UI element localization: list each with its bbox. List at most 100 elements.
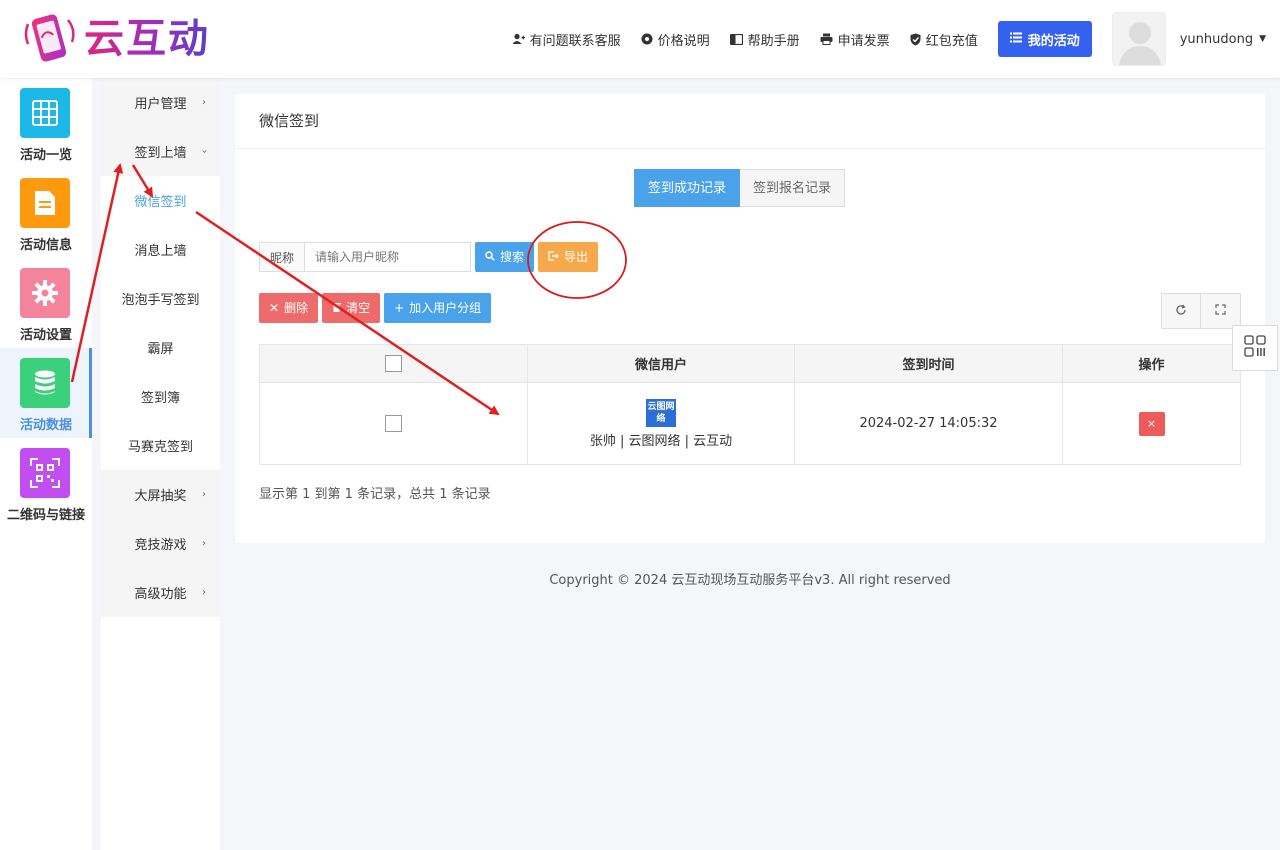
caret-down-icon: ▼ (1259, 34, 1266, 44)
search-bar: 昵称 搜索 导出 (259, 242, 599, 272)
column-header-checkin-time: 签到时间 (794, 344, 1063, 383)
red-packet-recharge-link[interactable]: 红包充值 (910, 30, 978, 49)
submenu-mosaic-checkin[interactable]: 马赛克签到 (101, 421, 220, 470)
logo[interactable]: 云互动 (22, 12, 210, 66)
pagination-summary: 显示第 1 到第 1 条记录，总共 1 条记录 (259, 487, 491, 502)
user-plus-icon (512, 33, 525, 45)
submenu-screen-dominate[interactable]: 霸屏 (101, 323, 220, 372)
wechat-user-cell: 云图网络 张帅 | 云图网络 | 云互动 (527, 382, 795, 465)
sidebar-item-label: 二维码与链接 (6, 508, 85, 523)
submenu-signin-book[interactable]: 签到簿 (101, 372, 220, 421)
submenu-checkin-wall[interactable]: 签到上墙 › (101, 127, 220, 176)
sidebar-item-label: 活动数据 (19, 418, 72, 433)
help-manual-label: 帮助手册 (747, 33, 800, 49)
select-all-cell (259, 344, 528, 383)
help-manual-link[interactable]: 帮助手册 (729, 30, 800, 49)
qrcode-icon (20, 448, 70, 498)
record-tabs: 签到成功记录 签到报名记录 (634, 169, 846, 207)
main-sidebar: 活动一览 活动信息 活动设置 活动数据 二维码与链接 (0, 78, 92, 850)
fullscreen-button[interactable] (1201, 293, 1241, 329)
submenu-screen-lottery[interactable]: 大屏抽奖 › (101, 470, 220, 519)
submenu-bubble-handwriting-checkin[interactable]: 泡泡手写签到 (101, 274, 220, 323)
clear-button[interactable]: 清空 (322, 293, 381, 323)
sidebar-item-activity-overview[interactable]: 活动一览 (0, 78, 92, 168)
nickname-search-input[interactable] (304, 242, 472, 272)
delete-button[interactable]: ✕ 删除 (259, 293, 319, 323)
contact-support-link[interactable]: 有问题联系客服 (512, 30, 621, 49)
sub-sidebar-filler (101, 617, 220, 850)
chevron-down-icon: › (198, 149, 210, 154)
user-menu[interactable]: yunhudong ▼ (1180, 32, 1266, 47)
action-toolbar: ✕ 删除 清空 + 加入用户分组 (259, 293, 495, 323)
gear-icon (641, 33, 653, 45)
search-button-label: 搜索 (500, 250, 525, 264)
pricing-link[interactable]: 价格说明 (641, 30, 710, 49)
floating-qrcode-button[interactable] (1232, 325, 1278, 371)
submenu-advanced-features[interactable]: 高级功能 › (101, 568, 220, 617)
contact-support-label: 有问题联系客服 (529, 33, 621, 49)
pricing-label: 价格说明 (657, 33, 710, 49)
search-button[interactable]: 搜索 (475, 242, 535, 272)
list-icon (1009, 32, 1022, 47)
select-all-checkbox[interactable] (385, 355, 402, 372)
submenu-label: 泡泡手写签到 (121, 293, 200, 308)
sidebar-item-activity-info[interactable]: 活动信息 (0, 168, 92, 258)
add-user-group-button[interactable]: + 加入用户分组 (384, 293, 492, 323)
wechat-user-name: 张帅 | 云图网络 | 云互动 (589, 433, 733, 449)
top-header: 云互动 有问题联系客服 价格说明 帮助手册 申请发票 红包充值 我的活动 yun… (0, 0, 1280, 78)
page-title: 微信签到 (235, 94, 1265, 149)
submenu-message-wall[interactable]: 消息上墙 (101, 225, 220, 274)
top-nav: 有问题联系客服 价格说明 帮助手册 申请发票 红包充值 我的活动 yunhudo… (512, 0, 1280, 78)
shield-check-icon (910, 33, 921, 46)
phone-logo-icon (22, 12, 78, 66)
chevron-right-icon: › (202, 538, 206, 549)
search-label: 昵称 (259, 242, 305, 272)
refresh-button[interactable] (1161, 293, 1201, 329)
submenu-label: 马赛克签到 (127, 440, 193, 455)
export-button[interactable]: 导出 (538, 242, 599, 272)
logo-text: 云互动 (84, 12, 210, 66)
sidebar-item-qrcode-links[interactable]: 二维码与链接 (0, 438, 92, 528)
export-icon (548, 242, 559, 272)
trash-icon (332, 293, 342, 323)
column-header-actions: 操作 (1062, 344, 1241, 383)
printer-icon (820, 33, 833, 45)
refresh-icon (1175, 304, 1187, 319)
checkin-table: 微信用户 签到时间 操作 云图网络 张帅 | 云图网络 | 云互动 2024-0… (259, 344, 1241, 465)
sidebar-item-label: 活动设置 (19, 328, 72, 343)
submenu-competitive-games[interactable]: 竞技游戏 › (101, 519, 220, 568)
clear-button-label: 清空 (346, 301, 371, 315)
table-row: 云图网络 张帅 | 云图网络 | 云互动 2024-02-27 14:05:32… (259, 382, 1241, 465)
plus-icon: + (394, 301, 405, 315)
row-checkbox[interactable] (385, 415, 402, 432)
submenu-label: 高级功能 (134, 587, 187, 602)
row-select-cell (259, 382, 528, 465)
footer-copyright: Copyright © 2024 云互动现场互动服务平台v3. All righ… (549, 573, 951, 588)
sidebar-item-activity-data[interactable]: 活动数据 (0, 348, 92, 438)
sidebar-item-activity-settings[interactable]: 活动设置 (0, 258, 92, 348)
submenu-user-management[interactable]: 用户管理 › (101, 78, 220, 127)
search-icon (485, 242, 495, 272)
red-packet-recharge-label: 红包充值 (925, 33, 978, 49)
my-activities-button[interactable]: 我的活动 (997, 21, 1092, 57)
tab-checkin-signup[interactable]: 签到报名记录 (740, 169, 846, 207)
submenu-label: 霸屏 (147, 342, 174, 357)
submenu-label: 签到上墙 (134, 146, 187, 161)
username: yunhudong (1179, 31, 1254, 47)
avatar[interactable] (1111, 12, 1166, 66)
checkin-time-cell: 2024-02-27 14:05:32 (794, 382, 1063, 465)
chevron-right-icon: › (202, 587, 206, 598)
table-header-row: 微信用户 签到时间 操作 (259, 344, 1241, 383)
submenu-label: 竞技游戏 (134, 538, 187, 553)
invoice-link[interactable]: 申请发票 (820, 30, 890, 49)
my-activities-label: 我的活动 (1027, 33, 1080, 49)
sidebar-item-label: 活动信息 (19, 238, 72, 253)
database-icon (20, 358, 70, 408)
close-icon: ✕ (269, 301, 280, 315)
tab-checkin-success[interactable]: 签到成功记录 (634, 169, 741, 207)
chevron-right-icon: › (202, 97, 206, 108)
add-user-group-label: 加入用户分组 (409, 301, 482, 315)
submenu-wechat-checkin[interactable]: 微信签到 (101, 176, 220, 225)
row-delete-button[interactable]: × (1138, 411, 1165, 436)
submenu-label: 微信签到 (134, 195, 187, 210)
